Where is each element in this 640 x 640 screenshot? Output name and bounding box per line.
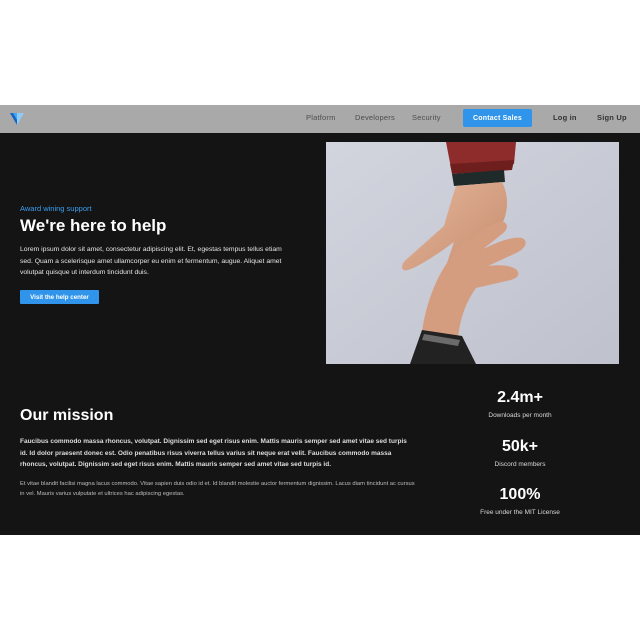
stat-value: 50k+ — [501, 438, 539, 455]
hands-reaching-image — [326, 142, 619, 364]
v-logo-icon[interactable] — [9, 111, 25, 127]
mission-small-text: Et vitae blandit facilisi magna lacus co… — [20, 481, 415, 497]
log-in-link[interactable]: Log in — [553, 113, 577, 122]
mission-title: Our mission — [20, 407, 114, 424]
hero-eyebrow: Award wining support — [20, 204, 92, 213]
hero-title: We're here to help — [20, 216, 167, 235]
stat-value: 2.4m+ — [497, 389, 543, 406]
stat-label: Discord members — [494, 461, 546, 468]
stat-discord: 50k+ Discord members — [450, 438, 590, 468]
nav-link-security[interactable]: Security — [412, 113, 441, 122]
nav-link-developers[interactable]: Developers — [355, 113, 395, 122]
stat-label: Downloads per month — [488, 412, 552, 419]
contact-sales-button[interactable]: Contact Sales — [463, 109, 532, 127]
mission-bold-text: Faucibus commodo massa rhoncus, volutpat… — [20, 438, 407, 468]
hero-description: Lorem ipsum dolor sit amet, consectetur … — [20, 246, 282, 276]
sign-up-link[interactable]: Sign Up — [597, 113, 627, 122]
stat-downloads: 2.4m+ Downloads per month — [450, 389, 590, 419]
stat-license: 100% Free under the MIT License — [450, 486, 590, 516]
top-navbar: Platform Developers Security Contact Sal… — [0, 105, 640, 133]
visit-help-center-button[interactable]: Visit the help center — [20, 290, 99, 304]
stat-value: 100% — [499, 486, 541, 503]
landing-page: Platform Developers Security Contact Sal… — [0, 105, 640, 535]
nav-link-platform[interactable]: Platform — [306, 113, 336, 122]
stat-label: Free under the MIT License — [480, 509, 560, 516]
